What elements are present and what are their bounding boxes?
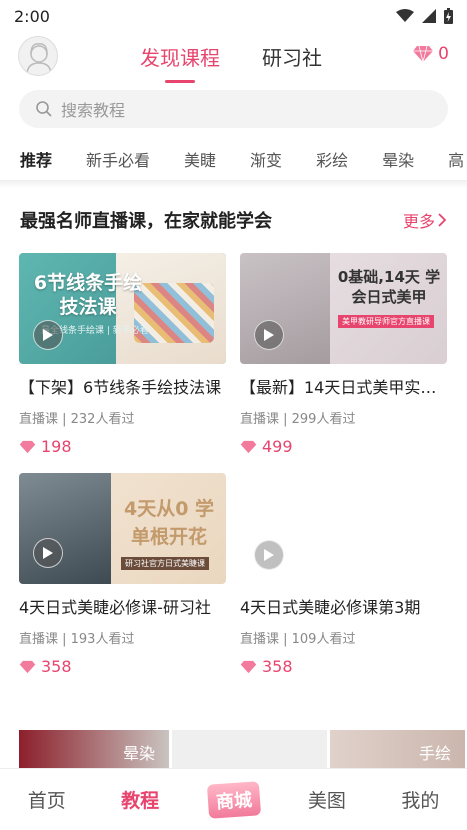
- category-tab-painting[interactable]: 彩绘: [316, 147, 348, 171]
- avatar[interactable]: [18, 36, 58, 76]
- banner-card[interactable]: 手绘: [330, 730, 465, 768]
- status-time: 2:00: [14, 6, 50, 26]
- course-price: 358: [19, 657, 226, 676]
- top-bar: 发现课程 研习社 0: [0, 32, 467, 84]
- course-card[interactable]: 0基础,14天 学会日式美甲 美甲教研导师官方直播课 【最新】14天日式美甲实战…: [240, 253, 447, 456]
- course-title: 【下架】6节线条手绘技法课: [19, 378, 222, 397]
- search-input[interactable]: 搜索教程: [19, 90, 448, 128]
- tabbar-shop[interactable]: 商城: [187, 780, 280, 819]
- course-card[interactable]: 4天从0 学单根开花 研习社官方日式美睫课 4天日式美睫必修课-研习社 直播课 …: [19, 473, 226, 676]
- banner-label: 手绘: [418, 744, 451, 763]
- category-tab-lashes[interactable]: 美睫: [184, 147, 216, 171]
- more-link[interactable]: 更多: [403, 208, 447, 232]
- diamond-icon: [413, 45, 434, 63]
- course-thumbnail: 0基础,14天 学会日式美甲 美甲教研导师官方直播课: [240, 253, 447, 364]
- play-icon: [33, 538, 63, 568]
- price-value: 358: [262, 657, 293, 676]
- battery-icon: [444, 8, 453, 24]
- category-tab-blooming[interactable]: 晕染: [382, 147, 414, 171]
- course-thumbnail: [240, 473, 447, 584]
- play-icon: [33, 320, 63, 350]
- shop-badge: 商城: [206, 780, 261, 819]
- play-icon: [254, 540, 284, 570]
- course-thumbnail: 6节线条手绘技法课 最全线条手绘课 | 新手必看: [19, 253, 226, 364]
- avatar-icon: [26, 43, 52, 75]
- price-value: 358: [41, 657, 72, 676]
- category-tab-beginner[interactable]: 新手必看: [86, 147, 150, 171]
- section-title: 最强名师直播课，在家就能学会: [20, 211, 272, 232]
- chevron-right-icon: [438, 213, 447, 227]
- thumbnail-headline: 4天从0 学单根开花: [123, 498, 215, 548]
- more-label: 更多: [402, 212, 435, 231]
- tabbar-profile[interactable]: 我的: [374, 786, 467, 813]
- course-meta: 直播课 | 109人看过: [240, 632, 356, 647]
- course-meta: 直播课 | 299人看过: [240, 412, 356, 427]
- play-icon: [254, 320, 284, 350]
- tab-discover-courses[interactable]: 发现课程: [140, 42, 220, 83]
- category-tab-gradient[interactable]: 渐变: [250, 147, 282, 171]
- tabbar-gallery[interactable]: 美图: [280, 786, 373, 813]
- price-value: 198: [41, 437, 72, 456]
- diamond-icon: [240, 440, 257, 453]
- status-icons: [396, 8, 453, 24]
- thumbnail-subline: 研习社官方日式美睫课: [121, 557, 209, 570]
- divider: [0, 180, 467, 188]
- header-tabs: 发现课程 研习社: [140, 42, 322, 83]
- price-value: 499: [262, 437, 293, 456]
- tabbar-home[interactable]: 首页: [0, 786, 93, 813]
- course-meta: 直播课 | 193人看过: [19, 632, 135, 647]
- status-bar: 2:00: [0, 0, 467, 32]
- search-icon: [36, 101, 52, 117]
- wifi-icon: [396, 9, 414, 22]
- course-thumbnail: 4天从0 学单根开花 研习社官方日式美睫课: [19, 473, 226, 584]
- search-placeholder: 搜索教程: [61, 101, 126, 120]
- banner-card[interactable]: [172, 730, 327, 768]
- bottom-tab-bar: 首页 教程 商城 美图 我的: [0, 768, 467, 830]
- course-title: 4天日式美睫必修课-研习社: [19, 598, 211, 617]
- diamond-icon: [240, 660, 257, 673]
- course-card[interactable]: 6节线条手绘技法课 最全线条手绘课 | 新手必看 【下架】6节线条手绘技法课 直…: [19, 253, 226, 456]
- category-tabs: 推荐 新手必看 美睫 渐变 彩绘 晕染 高: [0, 140, 467, 178]
- course-meta: 直播课 | 232人看过: [19, 412, 135, 427]
- course-price: 499: [240, 437, 447, 456]
- tabbar-tutorials[interactable]: 教程: [93, 786, 186, 813]
- thumbnail-headline: 0基础,14天 学会日式美甲: [337, 268, 441, 306]
- diamond-balance[interactable]: 0: [412, 44, 449, 64]
- live-course-section-header: 最强名师直播课，在家就能学会 更多: [20, 207, 447, 233]
- course-title: 4天日式美睫必修课第3期: [240, 598, 421, 617]
- course-card[interactable]: 4天日式美睫必修课第3期 直播课 | 109人看过 358: [240, 473, 447, 676]
- diamond-icon: [19, 660, 36, 673]
- course-price: 358: [240, 657, 447, 676]
- category-tab-recommended[interactable]: 推荐: [20, 147, 52, 171]
- thumbnail-subline: 美甲教研导师官方直播课: [338, 315, 434, 328]
- banner-strip: 晕染 手绘: [0, 730, 467, 768]
- course-title: 【最新】14天日式美甲实战课: [240, 378, 447, 397]
- signal-icon: [422, 9, 436, 23]
- thumbnail-headline: 6节线条手绘技法课: [33, 272, 143, 318]
- diamond-count: 0: [438, 44, 449, 64]
- category-tab-more[interactable]: 高: [448, 147, 464, 171]
- tab-study-club[interactable]: 研习社: [262, 42, 322, 71]
- banner-card[interactable]: 晕染: [19, 730, 169, 768]
- banner-label: 晕染: [122, 744, 155, 763]
- course-price: 198: [19, 437, 226, 456]
- diamond-icon: [19, 440, 36, 453]
